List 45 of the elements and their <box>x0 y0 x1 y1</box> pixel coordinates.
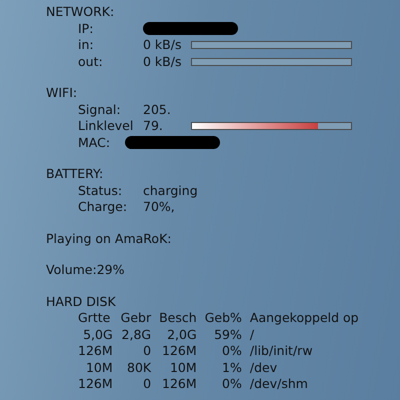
status-line: Volume:29% <box>46 262 126 278</box>
table-cell-text: /dev <box>250 360 278 376</box>
table-cell: 126M <box>78 376 113 392</box>
table-cell-text: 126M <box>161 376 197 392</box>
table-cell-text: 2,0G <box>166 326 197 343</box>
row-value: charging <box>143 182 198 199</box>
row-label: in: <box>78 37 95 54</box>
row-value: 0 kB/s <box>143 37 182 54</box>
table-cell: 126M <box>78 343 113 360</box>
table-cell-text: 126M <box>161 343 197 360</box>
row-label: MAC: <box>78 134 112 151</box>
section-heading: HARD DISK <box>46 294 117 310</box>
table-cell-text: 80K <box>126 360 152 376</box>
table-cell-text: 0 <box>142 343 152 360</box>
section-heading: WIFI: <box>46 85 78 102</box>
row-value: 0 kB/s <box>143 54 182 70</box>
row-label: Signal: <box>78 102 122 118</box>
column-header: Grtte <box>78 310 112 326</box>
table-cell-text: 10M <box>168 360 197 376</box>
section-heading: NETWORK: <box>46 4 116 20</box>
table-cell: 2,8G <box>120 326 152 343</box>
row-value: 70%, <box>143 199 175 216</box>
row-value: 205. <box>143 102 171 118</box>
row-label: Linklevel <box>78 118 134 134</box>
table-cell-text: /lib/init/rw <box>250 343 314 360</box>
table-cell-text: 0 <box>142 376 152 392</box>
row-label: out: <box>78 54 104 70</box>
table-cell-text: 5,0G <box>82 326 113 343</box>
table-cell-text: 0% <box>221 376 242 392</box>
column-header: Besch <box>159 310 197 326</box>
status-line: Playing on AmaRoK: <box>46 230 172 247</box>
row-label: Status: <box>78 182 124 199</box>
row-value: 79. <box>143 118 164 134</box>
column-header: Geb% <box>204 310 242 326</box>
table-cell-text: /dev/shm <box>250 376 309 392</box>
row-label: IP: <box>78 20 94 37</box>
table-cell-text: 10M <box>84 360 113 376</box>
column-header: Aangekoppeld op <box>250 310 359 326</box>
table-cell-text: 0% <box>221 343 242 360</box>
row-label: Charge: <box>78 199 128 216</box>
table-cell-text: / <box>250 326 256 343</box>
table-cell-text: 59% <box>213 326 242 343</box>
table-cell-text: 1% <box>221 360 242 376</box>
section-heading: BATTERY: <box>46 166 104 182</box>
column-header: Gebr <box>120 310 152 326</box>
